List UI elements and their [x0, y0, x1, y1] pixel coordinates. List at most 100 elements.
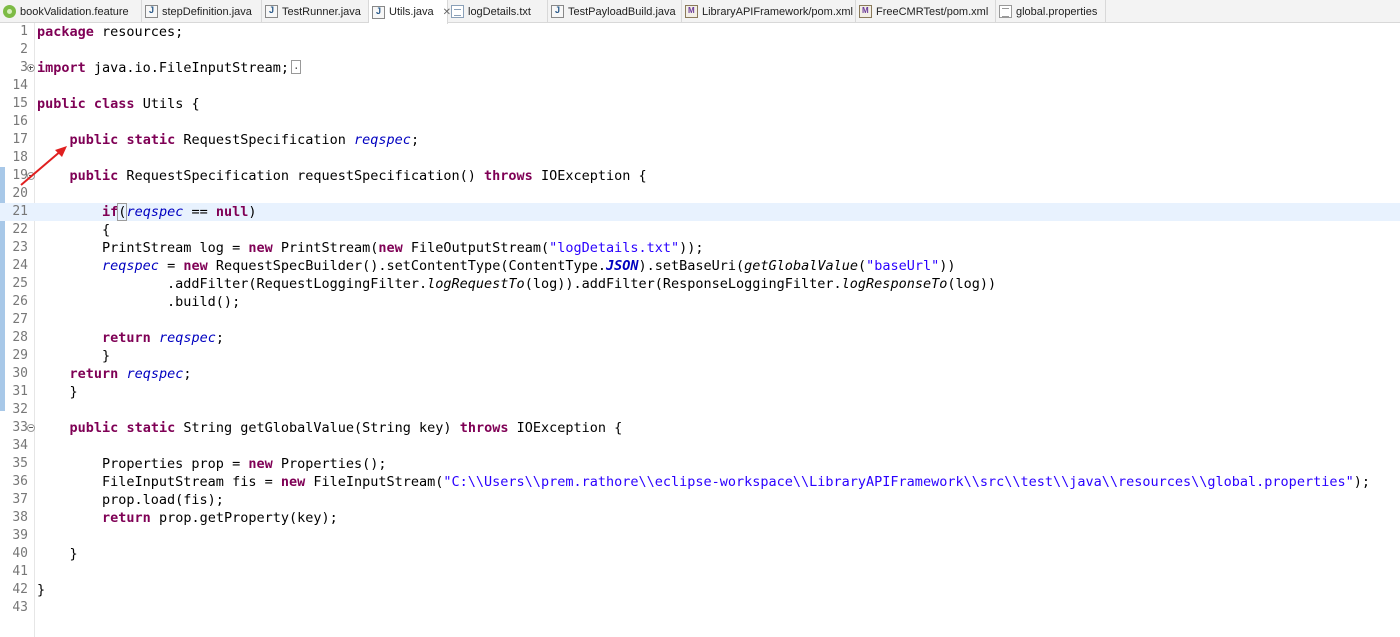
code-text: { — [37, 222, 111, 238]
code-text: return reqspec; — [69, 366, 192, 382]
code-line[interactable]: 41 — [0, 563, 1400, 581]
code-line[interactable]: 14 — [0, 77, 1400, 95]
code-line[interactable]: 29 } — [0, 347, 1400, 365]
tab-label: bookValidation.feature — [20, 5, 129, 18]
code-line[interactable]: 20 — [0, 185, 1400, 203]
code-text: .build(); — [37, 294, 241, 310]
code-line[interactable]: 22 { — [0, 221, 1400, 239]
tab-logdetails-txt[interactable]: logDetails.txt — [448, 0, 548, 23]
code-line[interactable]: 30 return reqspec; — [0, 365, 1400, 383]
code-line[interactable]: 38 return prop.getProperty(key); — [0, 509, 1400, 527]
java-file-icon — [265, 5, 278, 18]
line-number: 26 — [12, 294, 28, 309]
tab-testpayloadbuild-java[interactable]: TestPayloadBuild.java — [548, 0, 682, 23]
line-number: 36 — [12, 474, 28, 489]
line-number: 33 — [12, 420, 28, 435]
line-number: 39 — [12, 528, 28, 543]
tab-label: TestRunner.java — [282, 5, 361, 18]
line-number: 38 — [12, 510, 28, 525]
java-file-icon — [551, 5, 564, 18]
code-text: PrintStream log = new PrintStream(new Fi… — [37, 240, 704, 256]
tab-label: Utils.java — [389, 6, 434, 18]
tab-label: global.properties — [1016, 5, 1098, 18]
code-line[interactable]: 26 .build(); — [0, 293, 1400, 311]
code-line[interactable]: 3 import java.io.FileInputStream; — [0, 57, 1400, 77]
collapse-fold-icon[interactable] — [27, 424, 35, 432]
code-text: FileInputStream fis = new FileInputStrea… — [37, 474, 1370, 490]
code-line[interactable]: 2 — [0, 41, 1400, 59]
line-number: 35 — [12, 456, 28, 471]
folded-imports-icon[interactable] — [290, 57, 301, 75]
maven-pom-icon — [685, 5, 698, 18]
code-line[interactable]: 42} — [0, 581, 1400, 599]
code-line[interactable]: 17 public static RequestSpecification re… — [0, 131, 1400, 149]
code-line[interactable]: 25 .addFilter(RequestLoggingFilter.logRe… — [0, 275, 1400, 293]
line-number: 30 — [12, 366, 28, 381]
code-text: } — [37, 546, 78, 562]
tab-utils-java[interactable]: Utils.java ✕ — [369, 0, 451, 24]
line-number: 31 — [12, 384, 28, 399]
line-number: 29 — [12, 348, 28, 363]
line-number: 32 — [12, 402, 28, 417]
line-number: 34 — [12, 438, 28, 453]
code-line[interactable]: 43 — [0, 599, 1400, 617]
line-number: 42 — [12, 582, 28, 597]
code-line[interactable]: 34 — [0, 437, 1400, 455]
code-line[interactable]: 28 return reqspec; — [0, 329, 1400, 347]
line-number: 22 — [12, 222, 28, 237]
tab-global-properties[interactable]: global.properties — [996, 0, 1106, 23]
tab-label: stepDefinition.java — [162, 5, 252, 18]
code-text: return prop.getProperty(key); — [102, 510, 338, 526]
tab-libraryapiframework-pom[interactable]: LibraryAPIFramework/pom.xml — [682, 0, 856, 23]
code-line[interactable]: 1 package resources; — [0, 23, 1400, 41]
tab-label: logDetails.txt — [468, 5, 531, 18]
code-line[interactable]: 18 — [0, 149, 1400, 167]
code-line[interactable]: 36 FileInputStream fis = new FileInputSt… — [0, 473, 1400, 491]
code-text: } — [37, 348, 111, 364]
tab-stepdefinition-java[interactable]: stepDefinition.java — [142, 0, 262, 23]
code-text: .addFilter(RequestLoggingFilter.logReque… — [37, 276, 997, 292]
code-line[interactable]: 16 — [0, 113, 1400, 131]
tab-label: LibraryAPIFramework/pom.xml — [702, 5, 853, 18]
code-line[interactable]: 21 if(reqspec == null) — [0, 203, 1400, 221]
code-editor[interactable]: 1 package resources; 2 3 import java.io.File… — [0, 23, 1400, 637]
java-file-icon — [145, 5, 158, 18]
tab-freecmrtest-pom[interactable]: FreeCMRTest/pom.xml — [856, 0, 996, 23]
line-number: 37 — [12, 492, 28, 507]
line-number: 43 — [12, 600, 28, 615]
code-text: Properties prop = new Properties(); — [37, 456, 387, 472]
code-text: } — [37, 384, 78, 400]
code-line[interactable]: 33 public static String getGlobalValue(S… — [0, 419, 1400, 437]
properties-file-icon — [999, 5, 1012, 18]
code-line[interactable]: 15 public class Utils { — [0, 95, 1400, 113]
code-line[interactable]: 37 prop.load(fis); — [0, 491, 1400, 509]
maven-pom-icon — [859, 5, 872, 18]
code-line[interactable]: 24 reqspec = new RequestSpecBuilder().se… — [0, 257, 1400, 275]
code-text: public RequestSpecification requestSpeci… — [69, 168, 647, 184]
tab-bookvalidation-feature[interactable]: bookValidation.feature — [0, 0, 142, 23]
code-line[interactable]: 27 — [0, 311, 1400, 329]
code-text: } — [37, 582, 46, 598]
code-text: reqspec = new RequestSpecBuilder().setCo… — [102, 258, 956, 274]
code-line[interactable]: 19 public RequestSpecification requestSp… — [0, 167, 1400, 185]
code-line[interactable]: 31 } — [0, 383, 1400, 401]
text-file-icon — [451, 5, 464, 18]
code-line[interactable]: 35 Properties prop = new Properties(); — [0, 455, 1400, 473]
tab-label: TestPayloadBuild.java — [568, 5, 676, 18]
line-number: 23 — [12, 240, 28, 255]
code-line[interactable]: 39 — [0, 527, 1400, 545]
line-number: 40 — [12, 546, 28, 561]
code-text: return reqspec; — [102, 330, 224, 346]
code-text: public static RequestSpecification reqsp… — [69, 132, 420, 148]
code-line[interactable]: 32 — [0, 401, 1400, 419]
line-number: 28 — [12, 330, 28, 345]
code-line[interactable]: 40 } — [0, 545, 1400, 563]
line-number: 25 — [12, 276, 28, 291]
code-line[interactable]: 23 PrintStream log = new PrintStream(new… — [0, 239, 1400, 257]
tab-testrunner-java[interactable]: TestRunner.java — [262, 0, 369, 23]
code-text: prop.load(fis); — [37, 492, 224, 508]
line-number: 41 — [12, 564, 28, 579]
line-number: 27 — [12, 312, 28, 327]
code-text: public static String getGlobalValue(Stri… — [69, 420, 623, 436]
tab-label: FreeCMRTest/pom.xml — [876, 5, 989, 18]
